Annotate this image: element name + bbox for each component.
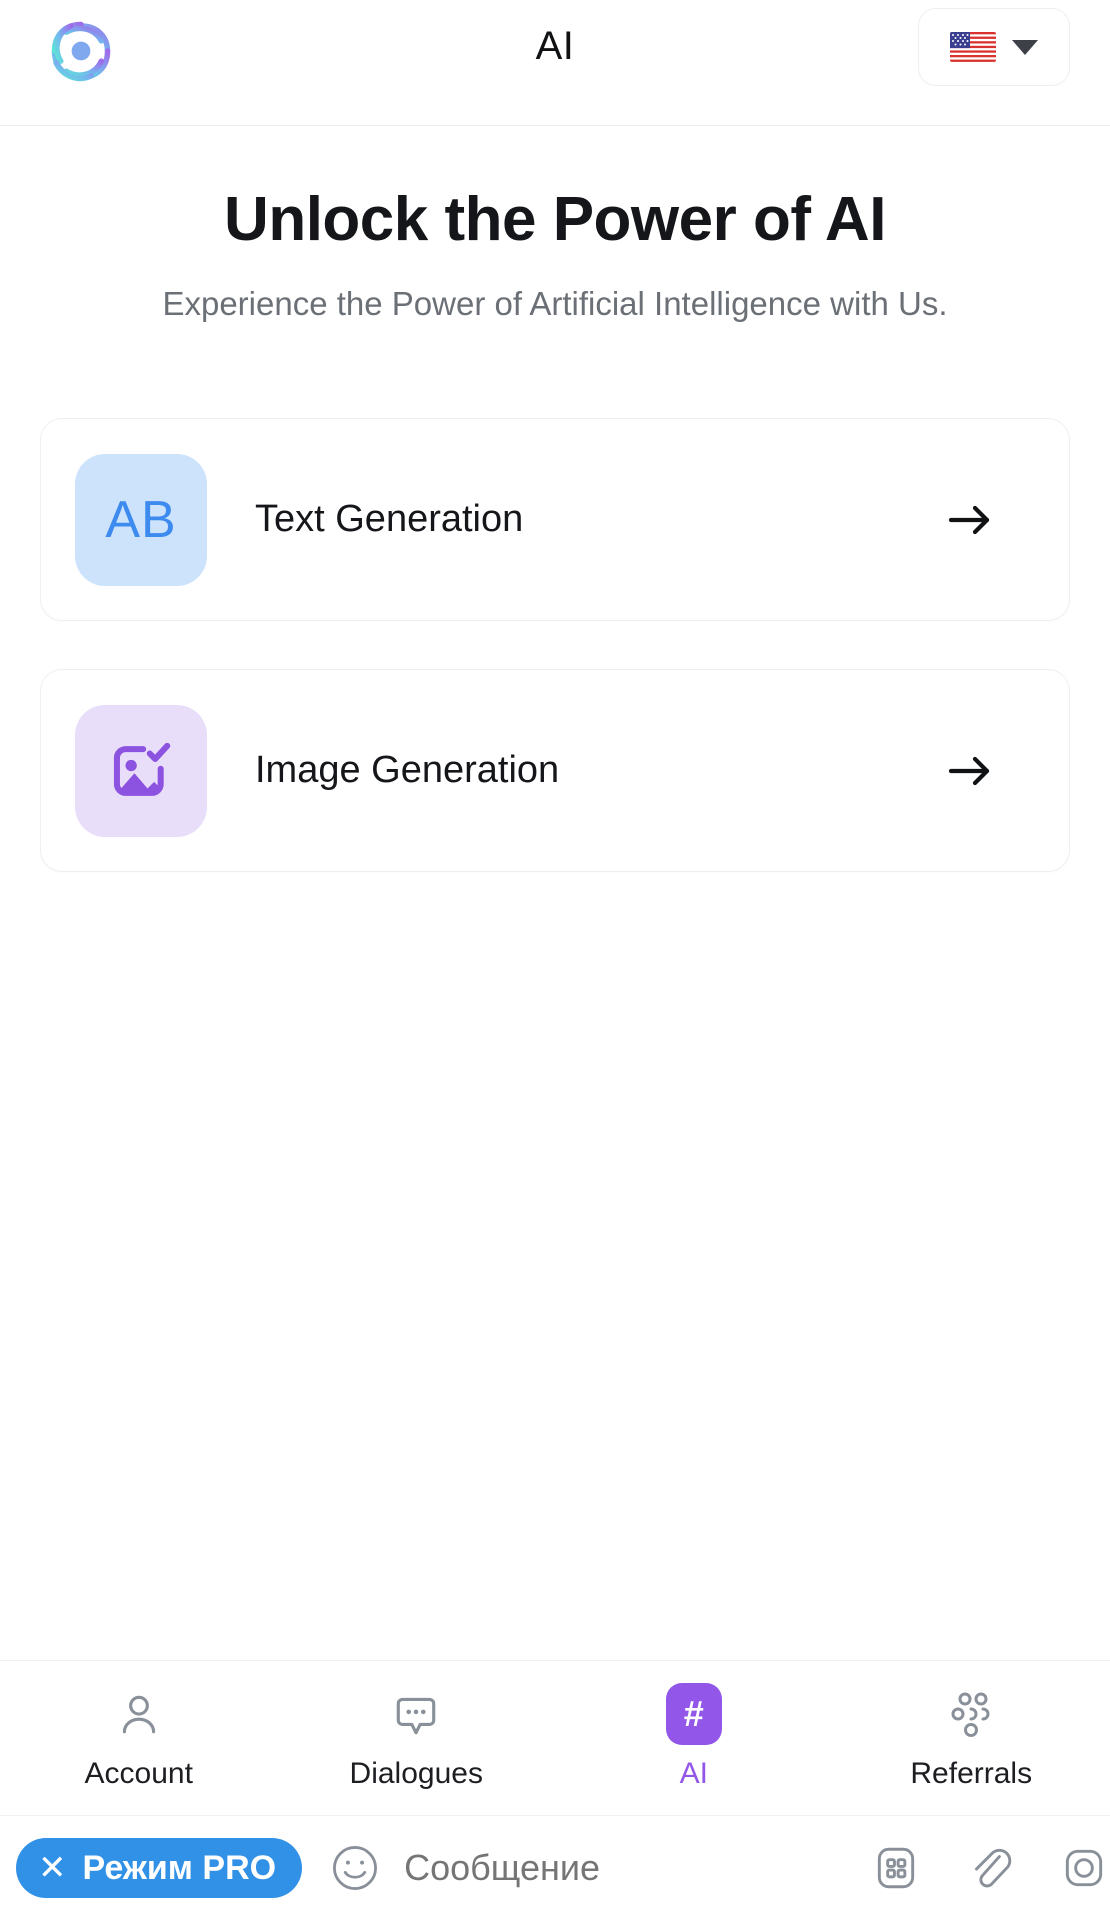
chat-bubble-dots-icon xyxy=(391,1685,441,1743)
message-input[interactable] xyxy=(404,1847,870,1889)
nav-item-dialogues[interactable]: Dialogues xyxy=(278,1685,556,1791)
message-bar: ✕ Режим PRO xyxy=(0,1815,1110,1920)
bottom-navigation: Account Dialogues # AI Referrals xyxy=(0,1660,1110,1815)
camera-icon[interactable] xyxy=(1057,1841,1110,1895)
pro-mode-label: Режим PRO xyxy=(82,1848,277,1887)
text-generation-icon: AB xyxy=(75,453,207,586)
arrow-right-icon[interactable] xyxy=(945,495,995,545)
keyboard-grid-icon[interactable] xyxy=(869,1841,923,1895)
hero-subtitle: Experience the Power of Artificial Intel… xyxy=(162,285,948,322)
nav-item-label: Account xyxy=(84,1757,193,1790)
text-generation-icon-label: AB xyxy=(105,490,177,549)
card-label: Text Generation xyxy=(255,498,524,540)
arrow-right-icon[interactable] xyxy=(945,746,995,796)
us-flag-icon xyxy=(950,32,996,62)
nav-item-account[interactable]: Account xyxy=(0,1685,278,1791)
feature-card-list: AB Text Generation Image Generation xyxy=(40,418,1070,872)
card-text-generation[interactable]: AB Text Generation xyxy=(40,418,1070,621)
nav-item-label: AI xyxy=(679,1757,708,1790)
hash-badge: # xyxy=(665,1683,722,1745)
card-label: Image Generation xyxy=(255,749,560,791)
nav-item-ai[interactable]: # AI xyxy=(555,1683,833,1791)
person-icon xyxy=(114,1685,164,1743)
group-people-icon xyxy=(945,1685,997,1743)
hash-badge-icon: # xyxy=(665,1683,722,1745)
top-bar: AI xyxy=(0,0,1110,126)
language-selector[interactable] xyxy=(918,8,1070,86)
nav-item-label: Dialogues xyxy=(349,1757,483,1790)
close-x-icon[interactable]: ✕ xyxy=(38,1851,67,1885)
image-generation-icon xyxy=(75,704,207,837)
chevron-down-icon xyxy=(1012,39,1038,55)
smiley-face-icon[interactable] xyxy=(328,1841,382,1895)
hero-section: Unlock the Power of AI Experience the Po… xyxy=(0,126,1110,323)
nav-item-label: Referrals xyxy=(910,1757,1033,1790)
message-actions xyxy=(869,1841,1110,1895)
paperclip-icon[interactable] xyxy=(963,1841,1017,1895)
nav-item-referrals[interactable]: Referrals xyxy=(833,1685,1110,1791)
card-image-generation[interactable]: Image Generation xyxy=(40,669,1070,872)
hero-title: Unlock the Power of AI xyxy=(224,185,886,254)
pro-mode-button[interactable]: ✕ Режим PRO xyxy=(16,1838,303,1898)
